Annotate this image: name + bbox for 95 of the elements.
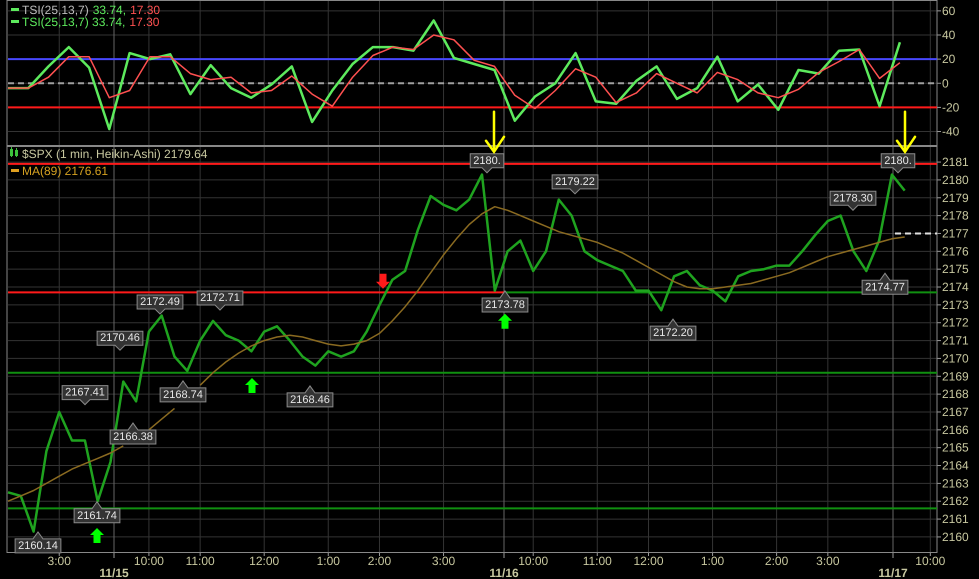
axis-label: 2173 (942, 298, 969, 312)
down-arrow (376, 274, 390, 289)
axis-label: 2:00 (368, 554, 392, 568)
down-arrow-drawing (484, 110, 506, 154)
price-label: 2168.46 (286, 385, 334, 408)
price-label: 2172.71 (196, 290, 244, 311)
axis-label: 2176 (942, 244, 969, 258)
date-label: 11/17 (878, 566, 908, 579)
axis-label: 3:00 (816, 554, 840, 568)
line-swatch-icon (11, 20, 19, 23)
price-label: 2166.38 (110, 422, 156, 445)
axis-label: 11:00 (582, 554, 612, 568)
annotation: 2167.41 (65, 386, 105, 399)
annotation: 2168.74 (163, 388, 203, 401)
axis-label: 2163 (942, 476, 969, 490)
line-swatch-icon (11, 8, 19, 11)
last-price-marker (895, 232, 937, 234)
axis-label: 11:00 (186, 554, 215, 568)
axis-label: 2161 (942, 512, 969, 526)
axis-label: 2165 (942, 440, 969, 455)
legend-text: MA(89) 2176.61 (22, 164, 108, 178)
date-label: 11/16 (489, 566, 519, 579)
axis-label: 2170 (942, 351, 969, 366)
axis-label: 0 (942, 76, 949, 90)
annotation: 2172.20 (653, 327, 693, 340)
legend-text: 33.74, (92, 3, 126, 17)
axis-label: 20 (942, 52, 956, 66)
annotation: 2179.22 (555, 176, 595, 188)
axis-label: 3:00 (432, 554, 456, 568)
axis-label: 3:00 (48, 554, 71, 568)
axis-label: 2179 (942, 190, 969, 205)
annotation: 2160.14 (18, 540, 58, 552)
legend-text: 17.30 (130, 3, 160, 17)
axis-label: 60 (942, 4, 956, 18)
price-label: 2174.77 (862, 272, 908, 295)
price-label: 2178.30 (830, 190, 876, 211)
axis-label: 2178 (942, 208, 969, 223)
annotation: 2180. (884, 154, 912, 167)
axis-label: 2160 (942, 530, 969, 544)
axis-label: 40 (942, 28, 956, 42)
line-swatch-icon (11, 169, 19, 172)
price-label: 2173.78 (482, 290, 528, 312)
legend-text: TSI(25,13,7) 33.74, (22, 15, 126, 29)
axis-label: 2177 (942, 226, 969, 240)
legend-text: TSI(25,13,7) (22, 3, 89, 17)
axis-label: 2171 (942, 334, 969, 348)
annotation: 2178.30 (833, 192, 873, 204)
annotation: 2174.77 (865, 281, 905, 294)
price-label: 2170.46 (96, 330, 144, 351)
annotation: 2170.46 (100, 332, 140, 344)
price-label: 2168.74 (160, 380, 206, 402)
axis-label: 2167 (942, 404, 969, 419)
axis-label: 2164 (942, 458, 969, 473)
price-label: 2180. (880, 153, 916, 174)
up-arrow (498, 314, 512, 329)
price-label: 2160.14 (14, 531, 62, 554)
annotation: 2168.46 (290, 394, 330, 406)
axis-label: 12:00 (249, 554, 280, 568)
price-label: 2167.41 (62, 385, 108, 406)
axis-label: 10:00 (134, 554, 164, 568)
legend-text: 17.30 (129, 15, 160, 29)
axis-label: 1:00 (316, 554, 340, 568)
down-arrow-drawing (896, 110, 916, 154)
axis-label: 2181 (942, 155, 969, 170)
annotation: 2166.38 (113, 431, 153, 444)
axis-label: 2180 (942, 172, 969, 187)
axis-label: 2172 (942, 316, 969, 330)
axis-label: -20 (942, 100, 960, 114)
axis-label: 10:00 (518, 554, 548, 568)
price-label: 2172.49 (136, 294, 184, 315)
candlestick-icon (10, 147, 18, 157)
axis-label: 2169 (942, 369, 969, 384)
annotation: 2173.78 (485, 298, 525, 311)
axis-label: 1:00 (700, 554, 724, 568)
axis-label: -40 (942, 124, 960, 139)
annotation: 2180. (473, 154, 501, 167)
axis-label: 2174 (942, 280, 969, 294)
axis-label: 12:00 (633, 554, 664, 568)
up-arrow (245, 378, 259, 394)
annotation: 2172.49 (140, 296, 180, 308)
axis-label: 2:00 (764, 554, 788, 568)
price-label: 2180. (470, 153, 504, 174)
price-label: 2179.22 (552, 174, 598, 195)
axis-label: 2162 (942, 494, 969, 508)
price-label: 2172.20 (650, 318, 696, 341)
axis-label: 2166 (942, 422, 969, 437)
annotation: 2172.71 (200, 292, 240, 304)
annotation: 2161.74 (77, 510, 117, 522)
axis-label: 2168 (942, 387, 969, 402)
date-label: 11/15 (99, 566, 129, 579)
up-arrow (90, 528, 104, 543)
legend-text: $SPX (1 min, Heikin-Ashi) 2179.64 (22, 147, 208, 161)
axis-label: 10:00 (915, 554, 946, 568)
axis-label: 2175 (942, 262, 969, 276)
price-label: 2161.74 (74, 500, 120, 524)
